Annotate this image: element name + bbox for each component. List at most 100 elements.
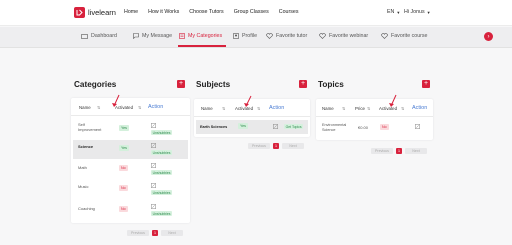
column-name-header[interactable]: Name — [322, 106, 334, 111]
table-header: Name ⇅ Activated ⇅ Action — [71, 98, 190, 116]
status-badge: No — [119, 185, 128, 191]
subnav-favorite-webinar[interactable]: Favorite webinar — [319, 33, 368, 39]
nav-how-it-works[interactable]: How it Works — [148, 9, 179, 15]
table-row[interactable]: Music No Unshubbies — [73, 181, 188, 199]
subnav-favorite-course[interactable]: Favorite course — [381, 33, 428, 39]
column-name-header[interactable]: Name — [201, 106, 213, 111]
user-menu[interactable]: Hi Jonus ▼ — [404, 9, 431, 15]
subjects-link[interactable]: Unshubbies — [151, 211, 173, 217]
pagination-next[interactable]: Next — [282, 143, 304, 149]
edit-icon[interactable] — [151, 123, 156, 128]
chevron-down-icon: ▼ — [396, 9, 401, 15]
categories-pagination: Previous 1 Next — [127, 230, 183, 236]
add-category-button[interactable]: + — [177, 80, 185, 88]
top-navbar: livelearn Home How it Works Choose Tutor… — [0, 0, 512, 26]
subnav-label: My Message — [142, 33, 173, 39]
edit-icon[interactable] — [151, 204, 156, 209]
subjects-link[interactable]: Unshubbies — [151, 150, 173, 156]
subnav-favorite-tutor[interactable]: Favorite tutor — [266, 33, 307, 39]
annotation-arrow-icon — [112, 94, 120, 107]
pagination-next[interactable]: Next — [161, 230, 183, 236]
subnav-next-button[interactable]: › — [484, 32, 493, 41]
subnav-profile[interactable]: Profile — [233, 33, 257, 39]
chevron-right-icon: › — [487, 33, 490, 40]
pagination-page[interactable]: 1 — [273, 143, 279, 149]
category-name: Science — [78, 144, 94, 149]
topic-name: Environmental Science — [322, 123, 347, 132]
get-topics-link[interactable]: Get Topics — [284, 124, 304, 130]
pagination-page[interactable]: 1 — [152, 230, 158, 236]
edit-icon[interactable] — [151, 143, 156, 148]
edit-icon[interactable] — [415, 124, 420, 129]
topics-pagination: Previous 1 Next — [371, 148, 427, 154]
user-greeting: Hi Jonus — [404, 9, 425, 15]
chevron-down-icon: ▼ — [426, 9, 431, 15]
heart-icon — [266, 33, 273, 39]
table-row[interactable]: Science Yes Unshubbies — [73, 140, 188, 159]
pagination-previous[interactable]: Previous — [248, 143, 270, 149]
status-badge: No — [119, 165, 128, 171]
table-row[interactable]: Self Improvement Yes Unshubbies — [73, 120, 188, 138]
subnav-label: Profile — [242, 33, 258, 39]
sort-icon[interactable]: ⇅ — [138, 105, 141, 110]
column-name-header[interactable]: Name — [79, 105, 91, 110]
subjects-link[interactable]: Unshubbies — [151, 190, 173, 196]
nav-home[interactable]: Home — [124, 9, 138, 15]
subnav-my-categories[interactable]: My Categories — [179, 33, 222, 39]
pagination-page[interactable]: 1 — [396, 148, 402, 154]
active-tab-indicator — [178, 45, 226, 47]
subject-name: Earth Sciences — [200, 125, 228, 129]
sort-icon[interactable]: ⇅ — [401, 106, 404, 111]
pagination-previous[interactable]: Previous — [371, 148, 393, 154]
category-name: Coaching — [78, 206, 95, 211]
table-row[interactable]: Math No Unshubbies — [73, 161, 188, 179]
sort-icon[interactable]: ⇅ — [367, 106, 370, 111]
table-header: Name ⇅ Price ⇅ Activated ⇅ Action — [316, 99, 433, 117]
status-badge: Yes — [119, 145, 129, 151]
pagination-next[interactable]: Next — [405, 148, 427, 154]
annotation-arrow-icon — [244, 95, 252, 107]
subnav-my-message[interactable]: My Message — [133, 33, 172, 39]
brand-name: livelearn — [88, 8, 116, 17]
topics-title: Topics — [318, 80, 344, 89]
edit-icon[interactable] — [151, 163, 156, 168]
heart-icon — [319, 33, 326, 39]
subnav-dashboard[interactable]: Dashboard — [81, 33, 117, 39]
categories-table: Name ⇅ Activated ⇅ Action Self Improveme… — [71, 98, 190, 223]
category-name: Math — [78, 165, 87, 170]
edit-icon[interactable] — [151, 183, 156, 188]
sort-icon[interactable]: ⇅ — [257, 106, 260, 111]
category-name: Self Improvement — [78, 122, 102, 132]
status-badge: Yes — [119, 125, 129, 131]
nav-group-classes[interactable]: Group Classes — [234, 9, 269, 15]
add-topic-button[interactable]: + — [422, 80, 430, 88]
topic-price: €0.00 — [358, 125, 369, 130]
subjects-link[interactable]: Unshubbies — [151, 130, 173, 136]
language-selector[interactable]: EN ▼ — [387, 9, 400, 15]
categories-title: Categories — [74, 80, 117, 89]
nav-choose-tutors[interactable]: Choose Tutors — [189, 9, 223, 15]
status-badge: Yes — [238, 123, 248, 129]
annotation-arrow-icon — [389, 94, 397, 107]
brand-logo[interactable]: livelearn — [74, 7, 116, 18]
pagination-previous[interactable]: Previous — [127, 230, 149, 236]
table-row[interactable]: Environmental Science €0.00 No — [318, 120, 431, 137]
nav-courses[interactable]: Courses — [279, 9, 299, 15]
language-label: EN — [387, 9, 395, 15]
sort-icon[interactable]: ⇅ — [342, 106, 345, 111]
add-subject-button[interactable]: + — [299, 80, 307, 88]
edit-icon[interactable] — [273, 124, 278, 129]
dashboard-subnav: Dashboard My Message My Categories Profi… — [0, 27, 512, 48]
subnav-label: Favorite webinar — [329, 33, 369, 39]
column-price-header[interactable]: Price — [355, 106, 365, 111]
table-row[interactable]: Earth Sciences Yes Get Topics — [196, 120, 308, 134]
table-row[interactable]: Coaching No Unshubbies — [73, 202, 188, 220]
subjects-title: Subjects — [196, 80, 231, 89]
categories-icon — [179, 33, 185, 39]
subnav-label: Favorite tutor — [276, 33, 308, 39]
sort-icon[interactable]: ⇅ — [97, 105, 100, 110]
topics-table: Name ⇅ Price ⇅ Activated ⇅ Action Enviro… — [316, 99, 433, 140]
subjects-link[interactable]: Unshubbies — [151, 170, 173, 176]
message-icon — [133, 33, 139, 39]
sort-icon[interactable]: ⇅ — [222, 106, 225, 111]
